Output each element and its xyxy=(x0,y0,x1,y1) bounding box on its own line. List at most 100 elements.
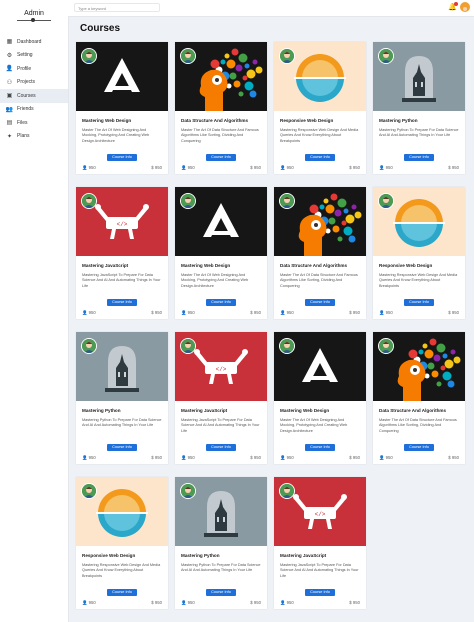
course-card[interactable]: </> Mastering JavaScript Mastering JavaS… xyxy=(274,477,366,609)
sidebar-item-dashboard[interactable]: ▦ Dashboard xyxy=(0,35,68,49)
enrolled-count: 👤 950 xyxy=(280,600,294,606)
enrolled-count-value: 950 xyxy=(286,310,294,315)
users-icon: 👥 xyxy=(5,106,14,113)
dashboard-icon: ▦ xyxy=(6,39,13,46)
instructor-avatar xyxy=(279,338,295,354)
course-info-button[interactable]: Course Info xyxy=(305,299,335,306)
instructor-avatar xyxy=(180,483,196,499)
enrolled-count-value: 950 xyxy=(385,165,393,170)
course-price: $ 950 xyxy=(250,310,261,315)
sidebar-item-label: Dashboard xyxy=(17,38,42,45)
sitemap-icon: ⚇ xyxy=(6,79,13,86)
course-description: Master The Art Of Web Designing And Mock… xyxy=(280,418,348,433)
course-price: $ 950 xyxy=(349,600,360,605)
bell-icon[interactable]: 🔔 xyxy=(448,2,458,12)
course-info-button[interactable]: Course Info xyxy=(404,444,434,451)
user-icon: 👤 xyxy=(181,600,187,605)
sidebar-item-label: Files xyxy=(17,119,28,126)
enrolled-count: 👤 950 xyxy=(82,600,96,606)
course-card[interactable]: </> Mastering JavaScript Mastering JavaS… xyxy=(175,332,267,464)
course-price: $ 950 xyxy=(151,455,162,460)
course-price: $ 950 xyxy=(448,455,459,460)
search-input[interactable]: Type a keyword xyxy=(74,3,160,12)
enrolled-count-value: 950 xyxy=(88,600,96,605)
course-card[interactable]: Mastering Web Design Master The Art Of W… xyxy=(175,187,267,319)
course-card[interactable]: Responsive Web Design Mastering Responsi… xyxy=(373,187,465,319)
course-card[interactable]: Mastering Python Mastering Python To Pre… xyxy=(76,332,168,464)
course-info-button[interactable]: Course Info xyxy=(107,154,137,161)
course-card[interactable]: Mastering Python Mastering Python To Pre… xyxy=(175,477,267,609)
course-description: Mastering Responsive Web Design And Medi… xyxy=(280,128,359,143)
enrolled-count-value: 950 xyxy=(385,455,393,460)
course-card[interactable]: Mastering Python Mastering Python To Pre… xyxy=(373,42,465,174)
course-description: Master The Art Of Data Structure And Fam… xyxy=(379,418,457,433)
course-price: $ 950 xyxy=(250,600,261,605)
enrolled-count-value: 950 xyxy=(88,310,96,315)
course-info-button[interactable]: Course Info xyxy=(404,154,434,161)
enrolled-count: 👤 950 xyxy=(379,310,393,316)
enrolled-count-value: 950 xyxy=(88,165,96,170)
sidebar-nav: ▦ Dashboard ⚙ Setting 👤 Profile ⚇ Projects ▣ Cour… xyxy=(0,35,68,143)
sidebar-item-label: Courses xyxy=(17,92,36,99)
user-icon: 👤 xyxy=(379,310,385,315)
course-price: $ 950 xyxy=(349,165,360,170)
brand-divider xyxy=(17,18,51,22)
course-title: Mastering Python xyxy=(379,118,418,123)
course-info-button[interactable]: Course Info xyxy=(107,589,137,596)
course-card[interactable]: Data Structure And Algorithms Master The… xyxy=(373,332,465,464)
sidebar-item-friends[interactable]: 👥 Friends xyxy=(0,103,68,117)
sidebar-item-courses[interactable]: ▣ Courses xyxy=(0,89,68,103)
course-title: Mastering JavaScript xyxy=(181,408,228,413)
sidebar-item-plans[interactable]: ✦ Plans xyxy=(0,130,68,144)
course-description: Master The Art Of Data Structure And Fam… xyxy=(181,128,259,143)
course-card[interactable]: </> Mastering JavaScript Mastering JavaS… xyxy=(76,187,168,319)
course-card[interactable]: Data Structure And Algorithms Master The… xyxy=(175,42,267,174)
course-card[interactable]: Mastering Web Design Master The Art Of W… xyxy=(274,332,366,464)
course-info-button[interactable]: Course Info xyxy=(404,299,434,306)
course-card[interactable]: Responsive Web Design Mastering Responsi… xyxy=(274,42,366,174)
course-title: Mastering Web Design xyxy=(181,263,231,268)
course-card[interactable]: Mastering Web Design Master The Art Of W… xyxy=(76,42,168,174)
course-title: Mastering Web Design xyxy=(280,408,330,413)
course-info-button[interactable]: Course Info xyxy=(107,299,137,306)
course-info-button[interactable]: Course Info xyxy=(305,589,335,596)
course-card[interactable]: Data Structure And Algorithms Master The… xyxy=(274,187,366,319)
instructor-avatar xyxy=(378,338,394,354)
course-description: Mastering Python To Prepare For Data Sci… xyxy=(181,563,261,573)
gear-icon: ⚙ xyxy=(6,52,13,59)
course-info-button[interactable]: Course Info xyxy=(305,154,335,161)
instructor-avatar xyxy=(180,48,196,64)
sidebar-item-setting[interactable]: ⚙ Setting xyxy=(0,49,68,63)
sidebar-item-profile[interactable]: 👤 Profile xyxy=(0,62,68,76)
brand-dot xyxy=(31,18,35,22)
course-info-button[interactable]: Course Info xyxy=(206,444,236,451)
enrolled-count: 👤 950 xyxy=(280,455,294,461)
course-info-button[interactable]: Course Info xyxy=(206,299,236,306)
enrolled-count: 👤 950 xyxy=(181,600,195,606)
sidebar-item-files[interactable]: ▤ Files xyxy=(0,116,68,130)
course-card[interactable]: Responsive Web Design Mastering Responsi… xyxy=(76,477,168,609)
enrolled-count: 👤 950 xyxy=(280,310,294,316)
course-title: Responsive Web Design xyxy=(82,553,136,558)
course-price: $ 950 xyxy=(349,310,360,315)
user-avatar[interactable] xyxy=(460,2,470,12)
enrolled-count-value: 950 xyxy=(286,165,294,170)
sidebar: Admin ▦ Dashboard ⚙ Setting 👤 Profile ⚇ Project… xyxy=(0,0,69,622)
enrolled-count-value: 950 xyxy=(187,310,195,315)
course-info-button[interactable]: Course Info xyxy=(107,444,137,451)
sidebar-item-label: Projects xyxy=(17,79,36,86)
course-price: $ 950 xyxy=(250,165,261,170)
enrolled-count-value: 950 xyxy=(286,455,294,460)
enrolled-count: 👤 950 xyxy=(181,455,195,461)
course-description: Master The Art Of Web Designing And Mock… xyxy=(181,273,249,288)
course-info-button[interactable]: Course Info xyxy=(206,154,236,161)
sidebar-item-projects[interactable]: ⚇ Projects xyxy=(0,76,68,90)
course-title: Data Structure And Algorithms xyxy=(181,118,249,123)
course-description: Mastering JavaScript To Prepare For Data… xyxy=(280,563,359,578)
course-info-button[interactable]: Course Info xyxy=(305,444,335,451)
user-icon: 👤 xyxy=(280,310,286,315)
svg-text:</>: </> xyxy=(315,511,326,518)
course-info-button[interactable]: Course Info xyxy=(206,589,236,596)
course-description: Mastering Python To Prepare For Data Sci… xyxy=(379,128,459,138)
instructor-avatar xyxy=(279,483,295,499)
